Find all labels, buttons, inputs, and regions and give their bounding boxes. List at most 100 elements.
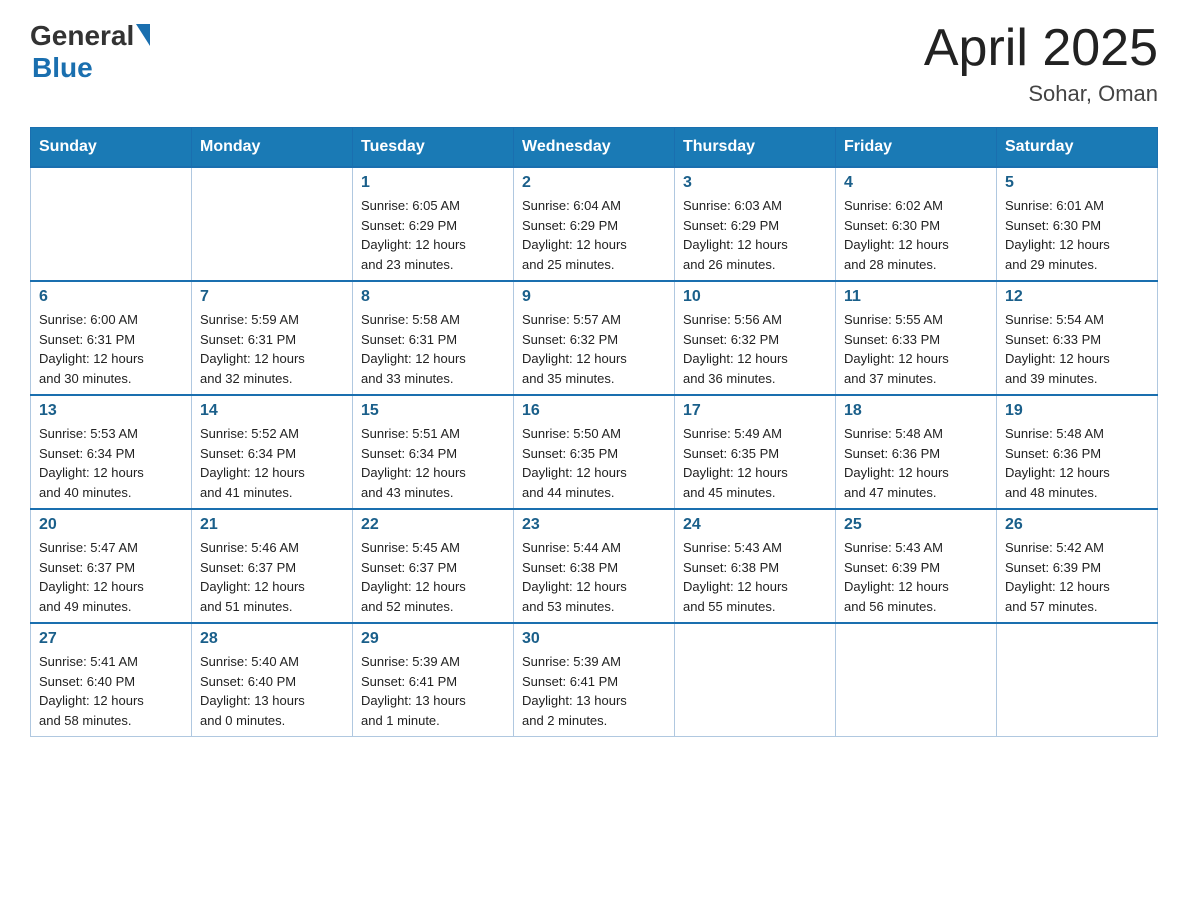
day-number: 2 bbox=[522, 174, 666, 192]
day-info: Sunrise: 5:50 AMSunset: 6:35 PMDaylight:… bbox=[522, 424, 666, 502]
day-number: 1 bbox=[361, 174, 505, 192]
calendar-cell: 14 Sunrise: 5:52 AMSunset: 6:34 PMDayligh… bbox=[192, 395, 353, 509]
day-number: 17 bbox=[683, 402, 827, 420]
day-info: Sunrise: 5:44 AMSunset: 6:38 PMDaylight:… bbox=[522, 538, 666, 616]
day-number: 6 bbox=[39, 288, 183, 306]
calendar-week-row-3: 13Sunrise: 5:53 AMSunset: 6:34 PMDayligh… bbox=[31, 395, 1158, 509]
calendar-cell: 3 Sunrise: 6:03 AMSunset: 6:29 PMDaylight… bbox=[675, 167, 836, 281]
day-info: Sunrise: 5:48 AMSunset: 6:36 PMDaylight:… bbox=[844, 424, 988, 502]
calendar-cell: 13Sunrise: 5:53 AMSunset: 6:34 PMDayligh… bbox=[31, 395, 192, 509]
day-info: Sunrise: 5:49 AMSunset: 6:35 PMDaylight:… bbox=[683, 424, 827, 502]
day-info: Sunrise: 5:47 AMSunset: 6:37 PMDaylight:… bbox=[39, 538, 183, 616]
page-title: April 2025 bbox=[924, 20, 1158, 77]
calendar-cell: 27 Sunrise: 5:41 AMSunset: 6:40 PMDayligh… bbox=[31, 623, 192, 737]
calendar-cell bbox=[997, 623, 1158, 737]
day-info: Sunrise: 5:51 AMSunset: 6:34 PMDaylight:… bbox=[361, 424, 505, 502]
logo-blue-text: Blue bbox=[32, 52, 93, 84]
calendar-cell: 24 Sunrise: 5:43 AMSunset: 6:38 PMDayligh… bbox=[675, 509, 836, 623]
day-number: 5 bbox=[1005, 174, 1149, 192]
calendar-cell: 11Sunrise: 5:55 AMSunset: 6:33 PMDayligh… bbox=[836, 281, 997, 395]
calendar-cell: 6Sunrise: 6:00 AMSunset: 6:31 PMDaylight… bbox=[31, 281, 192, 395]
calendar-cell: 5Sunrise: 6:01 AMSunset: 6:30 PMDaylight… bbox=[997, 167, 1158, 281]
calendar-cell: 16 Sunrise: 5:50 AMSunset: 6:35 PMDayligh… bbox=[514, 395, 675, 509]
day-info: Sunrise: 5:59 AMSunset: 6:31 PMDaylight:… bbox=[200, 310, 344, 388]
day-number: 23 bbox=[522, 516, 666, 534]
logo-triangle-icon bbox=[136, 24, 150, 46]
calendar-cell: 12 Sunrise: 5:54 AMSunset: 6:33 PMDayligh… bbox=[997, 281, 1158, 395]
logo-general-text: General bbox=[30, 20, 134, 52]
calendar-cell: 19Sunrise: 5:48 AMSunset: 6:36 PMDayligh… bbox=[997, 395, 1158, 509]
calendar-week-row-2: 6Sunrise: 6:00 AMSunset: 6:31 PMDaylight… bbox=[31, 281, 1158, 395]
day-number: 15 bbox=[361, 402, 505, 420]
calendar-cell: 20Sunrise: 5:47 AMSunset: 6:37 PMDayligh… bbox=[31, 509, 192, 623]
calendar-cell: 4 Sunrise: 6:02 AMSunset: 6:30 PMDaylight… bbox=[836, 167, 997, 281]
calendar-cell: 7 Sunrise: 5:59 AMSunset: 6:31 PMDaylight… bbox=[192, 281, 353, 395]
calendar-cell: 1Sunrise: 6:05 AMSunset: 6:29 PMDaylight… bbox=[353, 167, 514, 281]
day-number: 30 bbox=[522, 630, 666, 648]
day-info: Sunrise: 5:52 AMSunset: 6:34 PMDaylight:… bbox=[200, 424, 344, 502]
calendar-cell: 30 Sunrise: 5:39 AMSunset: 6:41 PMDayligh… bbox=[514, 623, 675, 737]
calendar-week-row-5: 27 Sunrise: 5:41 AMSunset: 6:40 PMDayligh… bbox=[31, 623, 1158, 737]
calendar-header-saturday: Saturday bbox=[997, 128, 1158, 168]
day-info: Sunrise: 5:56 AMSunset: 6:32 PMDaylight:… bbox=[683, 310, 827, 388]
day-number: 28 bbox=[200, 630, 344, 648]
day-number: 25 bbox=[844, 516, 988, 534]
day-info: Sunrise: 5:43 AMSunset: 6:39 PMDaylight:… bbox=[844, 538, 988, 616]
calendar-week-row-4: 20Sunrise: 5:47 AMSunset: 6:37 PMDayligh… bbox=[31, 509, 1158, 623]
calendar-cell: 28 Sunrise: 5:40 AMSunset: 6:40 PMDayligh… bbox=[192, 623, 353, 737]
calendar-cell bbox=[675, 623, 836, 737]
day-number: 10 bbox=[683, 288, 827, 306]
calendar-cell bbox=[192, 167, 353, 281]
page-header: General Blue April 2025 Sohar, Oman bbox=[30, 20, 1158, 107]
day-number: 24 bbox=[683, 516, 827, 534]
page-subtitle: Sohar, Oman bbox=[924, 81, 1158, 107]
day-info: Sunrise: 6:04 AMSunset: 6:29 PMDaylight:… bbox=[522, 196, 666, 274]
calendar-header-friday: Friday bbox=[836, 128, 997, 168]
calendar-week-row-1: 1Sunrise: 6:05 AMSunset: 6:29 PMDaylight… bbox=[31, 167, 1158, 281]
day-number: 9 bbox=[522, 288, 666, 306]
day-info: Sunrise: 5:39 AMSunset: 6:41 PMDaylight:… bbox=[522, 652, 666, 730]
day-info: Sunrise: 5:45 AMSunset: 6:37 PMDaylight:… bbox=[361, 538, 505, 616]
calendar-cell: 26 Sunrise: 5:42 AMSunset: 6:39 PMDayligh… bbox=[997, 509, 1158, 623]
day-number: 14 bbox=[200, 402, 344, 420]
calendar-header-wednesday: Wednesday bbox=[514, 128, 675, 168]
calendar-cell: 10 Sunrise: 5:56 AMSunset: 6:32 PMDayligh… bbox=[675, 281, 836, 395]
logo: General Blue bbox=[30, 20, 150, 84]
calendar-cell: 8 Sunrise: 5:58 AMSunset: 6:31 PMDaylight… bbox=[353, 281, 514, 395]
day-info: Sunrise: 5:54 AMSunset: 6:33 PMDaylight:… bbox=[1005, 310, 1149, 388]
day-number: 8 bbox=[361, 288, 505, 306]
day-number: 4 bbox=[844, 174, 988, 192]
calendar-cell: 2 Sunrise: 6:04 AMSunset: 6:29 PMDaylight… bbox=[514, 167, 675, 281]
calendar-header-tuesday: Tuesday bbox=[353, 128, 514, 168]
day-info: Sunrise: 6:03 AMSunset: 6:29 PMDaylight:… bbox=[683, 196, 827, 274]
calendar-cell: 29Sunrise: 5:39 AMSunset: 6:41 PMDayligh… bbox=[353, 623, 514, 737]
calendar-cell: 21Sunrise: 5:46 AMSunset: 6:37 PMDayligh… bbox=[192, 509, 353, 623]
calendar-cell: 18Sunrise: 5:48 AMSunset: 6:36 PMDayligh… bbox=[836, 395, 997, 509]
day-info: Sunrise: 5:57 AMSunset: 6:32 PMDaylight:… bbox=[522, 310, 666, 388]
day-number: 3 bbox=[683, 174, 827, 192]
calendar-cell: 15 Sunrise: 5:51 AMSunset: 6:34 PMDayligh… bbox=[353, 395, 514, 509]
day-info: Sunrise: 5:48 AMSunset: 6:36 PMDaylight:… bbox=[1005, 424, 1149, 502]
day-info: Sunrise: 6:02 AMSunset: 6:30 PMDaylight:… bbox=[844, 196, 988, 274]
day-number: 11 bbox=[844, 288, 988, 306]
day-info: Sunrise: 5:41 AMSunset: 6:40 PMDaylight:… bbox=[39, 652, 183, 730]
day-number: 27 bbox=[39, 630, 183, 648]
day-number: 16 bbox=[522, 402, 666, 420]
day-info: Sunrise: 5:43 AMSunset: 6:38 PMDaylight:… bbox=[683, 538, 827, 616]
day-number: 12 bbox=[1005, 288, 1149, 306]
calendar-table: SundayMondayTuesdayWednesdayThursdayFrid… bbox=[30, 127, 1158, 737]
day-info: Sunrise: 5:53 AMSunset: 6:34 PMDaylight:… bbox=[39, 424, 183, 502]
calendar-cell: 9 Sunrise: 5:57 AMSunset: 6:32 PMDaylight… bbox=[514, 281, 675, 395]
calendar-header-sunday: Sunday bbox=[31, 128, 192, 168]
calendar-header-monday: Monday bbox=[192, 128, 353, 168]
day-number: 26 bbox=[1005, 516, 1149, 534]
calendar-header-thursday: Thursday bbox=[675, 128, 836, 168]
day-info: Sunrise: 5:58 AMSunset: 6:31 PMDaylight:… bbox=[361, 310, 505, 388]
day-number: 7 bbox=[200, 288, 344, 306]
day-info: Sunrise: 5:40 AMSunset: 6:40 PMDaylight:… bbox=[200, 652, 344, 730]
day-info: Sunrise: 5:42 AMSunset: 6:39 PMDaylight:… bbox=[1005, 538, 1149, 616]
calendar-cell: 23 Sunrise: 5:44 AMSunset: 6:38 PMDayligh… bbox=[514, 509, 675, 623]
day-info: Sunrise: 5:46 AMSunset: 6:37 PMDaylight:… bbox=[200, 538, 344, 616]
calendar-cell bbox=[31, 167, 192, 281]
calendar-cell: 17 Sunrise: 5:49 AMSunset: 6:35 PMDayligh… bbox=[675, 395, 836, 509]
